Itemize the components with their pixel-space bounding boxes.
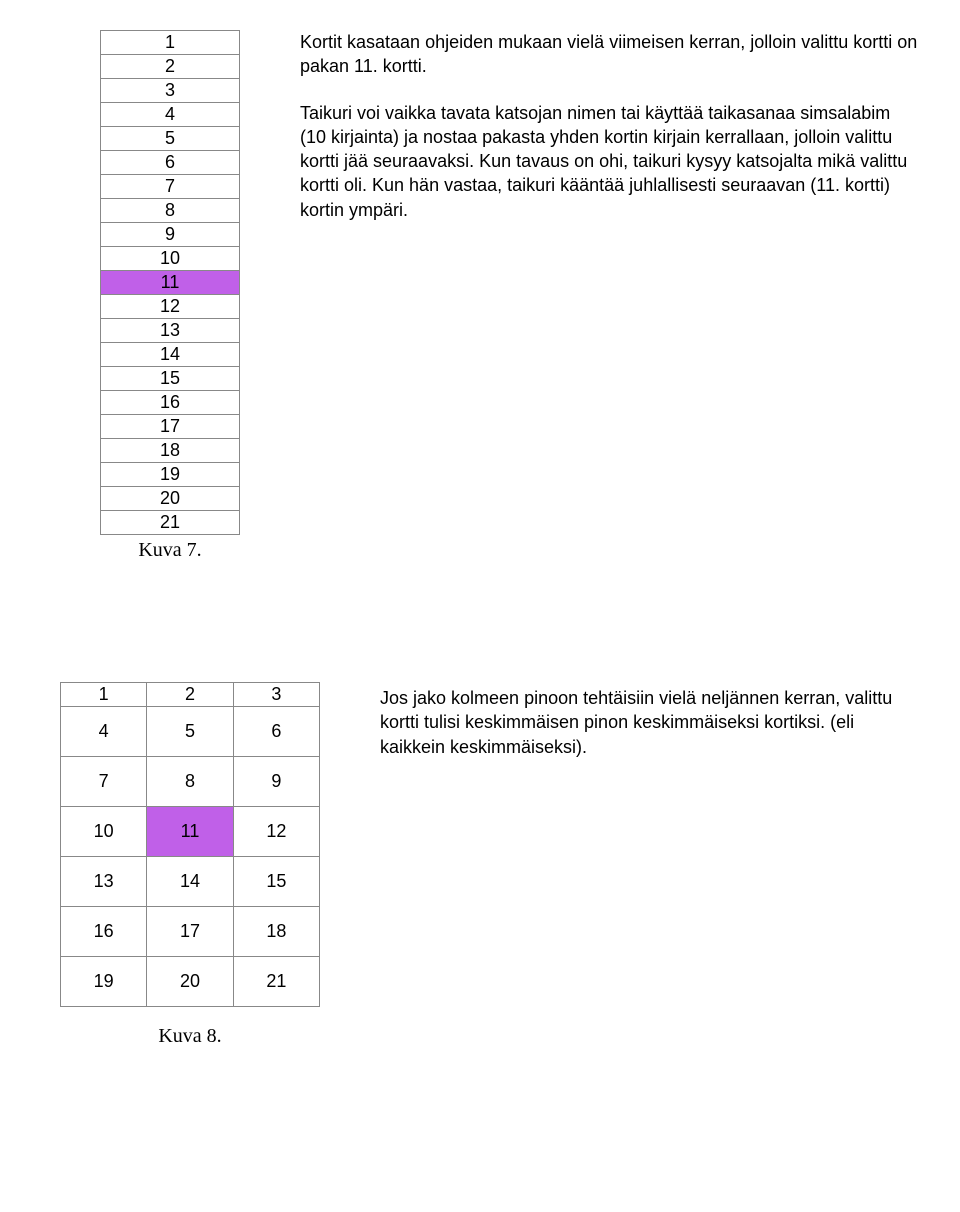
table-cell: 12 — [233, 807, 319, 857]
table-cell: 8 — [147, 757, 233, 807]
table-cell: 13 — [101, 319, 240, 343]
paragraph: Kortit kasataan ohjeiden mukaan vielä vi… — [300, 30, 920, 79]
paragraph: Taikuri voi vaikka tavata katsojan nimen… — [300, 101, 920, 222]
table-cell: 3 — [233, 683, 319, 707]
table-cell: 9 — [233, 757, 319, 807]
table-cell: 6 — [233, 707, 319, 757]
table-cell: 4 — [101, 103, 240, 127]
table-cell: 9 — [101, 223, 240, 247]
table-cell: 20 — [101, 487, 240, 511]
figure-7-caption: Kuva 7. — [100, 539, 240, 562]
table-cell: 15 — [233, 857, 319, 907]
table-cell: 18 — [233, 907, 319, 957]
table-cell: 17 — [147, 907, 233, 957]
table-cell: 14 — [147, 857, 233, 907]
table-cell: 5 — [147, 707, 233, 757]
table-cell: 1 — [101, 31, 240, 55]
table-cell: 3 — [101, 79, 240, 103]
bottom-section: 1 2 3 4 5 6 7 8 9 10 11 12 13 14 — [40, 682, 920, 1048]
table-cell: 6 — [101, 151, 240, 175]
figure-7-wrap: 1 2 3 4 5 6 7 8 9 10 11 12 13 14 15 16 1… — [100, 30, 240, 562]
top-section: 1 2 3 4 5 6 7 8 9 10 11 12 13 14 15 16 1… — [40, 30, 920, 562]
table-cell: 7 — [101, 175, 240, 199]
paragraph: Jos jako kolmeen pinoon tehtäisiin vielä… — [380, 686, 920, 759]
figure-8-wrap: 1 2 3 4 5 6 7 8 9 10 11 12 13 14 — [60, 682, 320, 1048]
table-cell: 20 — [147, 957, 233, 1007]
table-cell: 14 — [101, 343, 240, 367]
table-cell: 19 — [101, 463, 240, 487]
table-cell-highlight: 11 — [147, 807, 233, 857]
table-cell: 16 — [101, 391, 240, 415]
table-cell: 15 — [101, 367, 240, 391]
table-cell: 5 — [101, 127, 240, 151]
table-cell: 10 — [61, 807, 147, 857]
table-cell: 7 — [61, 757, 147, 807]
table-cell: 8 — [101, 199, 240, 223]
table-cell: 2 — [101, 55, 240, 79]
table-cell: 10 — [101, 247, 240, 271]
figure-8-table: 1 2 3 4 5 6 7 8 9 10 11 12 13 14 — [60, 682, 320, 1007]
figure-7-table: 1 2 3 4 5 6 7 8 9 10 11 12 13 14 15 16 1… — [100, 30, 240, 535]
table-cell: 19 — [61, 957, 147, 1007]
table-cell: 12 — [101, 295, 240, 319]
table-cell: 2 — [147, 683, 233, 707]
table-cell: 16 — [61, 907, 147, 957]
table-cell: 18 — [101, 439, 240, 463]
table-cell: 21 — [101, 511, 240, 535]
table-cell: 1 — [61, 683, 147, 707]
text-block-2: Jos jako kolmeen pinoon tehtäisiin vielä… — [380, 686, 920, 781]
table-cell: 4 — [61, 707, 147, 757]
text-block-1: Kortit kasataan ohjeiden mukaan vielä vi… — [300, 30, 920, 244]
table-cell: 13 — [61, 857, 147, 907]
figure-8-caption: Kuva 8. — [60, 1025, 320, 1048]
table-cell-highlight: 11 — [101, 271, 240, 295]
table-cell: 17 — [101, 415, 240, 439]
table-cell: 21 — [233, 957, 319, 1007]
